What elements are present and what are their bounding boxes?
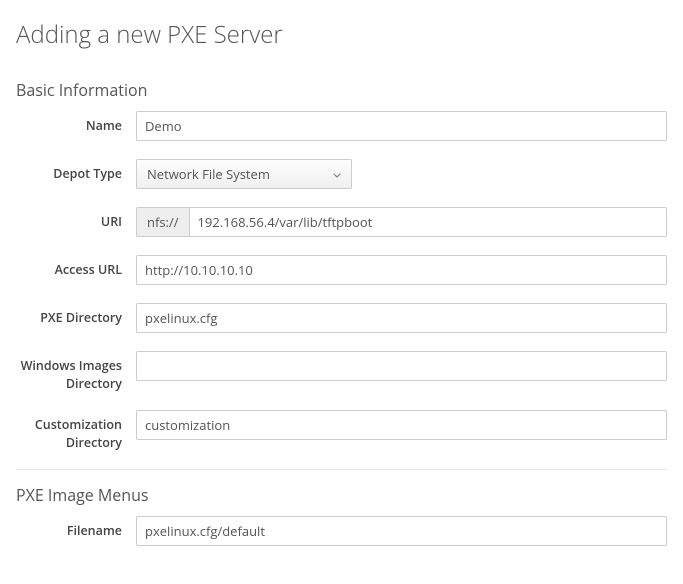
- label-windows-images-directory: Windows Images Directory: [16, 351, 136, 392]
- label-pxe-directory: PXE Directory: [16, 303, 136, 327]
- label-depot-type: Depot Type: [16, 159, 136, 183]
- row-name: Name: [16, 111, 667, 141]
- chevron-down-icon: [333, 165, 341, 183]
- uri-input[interactable]: [189, 207, 668, 237]
- row-depot-type: Depot Type Network File System: [16, 159, 667, 189]
- row-windows-images-directory: Windows Images Directory: [16, 351, 667, 392]
- section-divider: [16, 469, 667, 470]
- row-access-url: Access URL: [16, 255, 667, 285]
- page-title: Adding a new PXE Server: [16, 18, 667, 51]
- label-customization-directory: Customization Directory: [16, 410, 136, 451]
- name-input[interactable]: [136, 111, 667, 141]
- uri-prefix: nfs://: [136, 207, 189, 237]
- access-url-input[interactable]: [136, 255, 667, 285]
- row-customization-directory: Customization Directory: [16, 410, 667, 451]
- label-filename: Filename: [16, 516, 136, 540]
- label-access-url: Access URL: [16, 255, 136, 279]
- windows-images-directory-input[interactable]: [136, 351, 667, 381]
- customization-directory-input[interactable]: [136, 410, 667, 440]
- depot-type-select[interactable]: Network File System: [136, 159, 352, 189]
- label-name: Name: [16, 111, 136, 135]
- row-filename: Filename: [16, 516, 667, 546]
- label-uri: URI: [16, 207, 136, 231]
- row-uri: URI nfs://: [16, 207, 667, 237]
- depot-type-selected-value: Network File System: [147, 165, 270, 183]
- section-pxe-image-menus-title: PXE Image Menus: [16, 484, 667, 506]
- filename-input[interactable]: [136, 516, 667, 546]
- row-pxe-directory: PXE Directory: [16, 303, 667, 333]
- pxe-directory-input[interactable]: [136, 303, 667, 333]
- section-basic-info-title: Basic Information: [16, 79, 667, 101]
